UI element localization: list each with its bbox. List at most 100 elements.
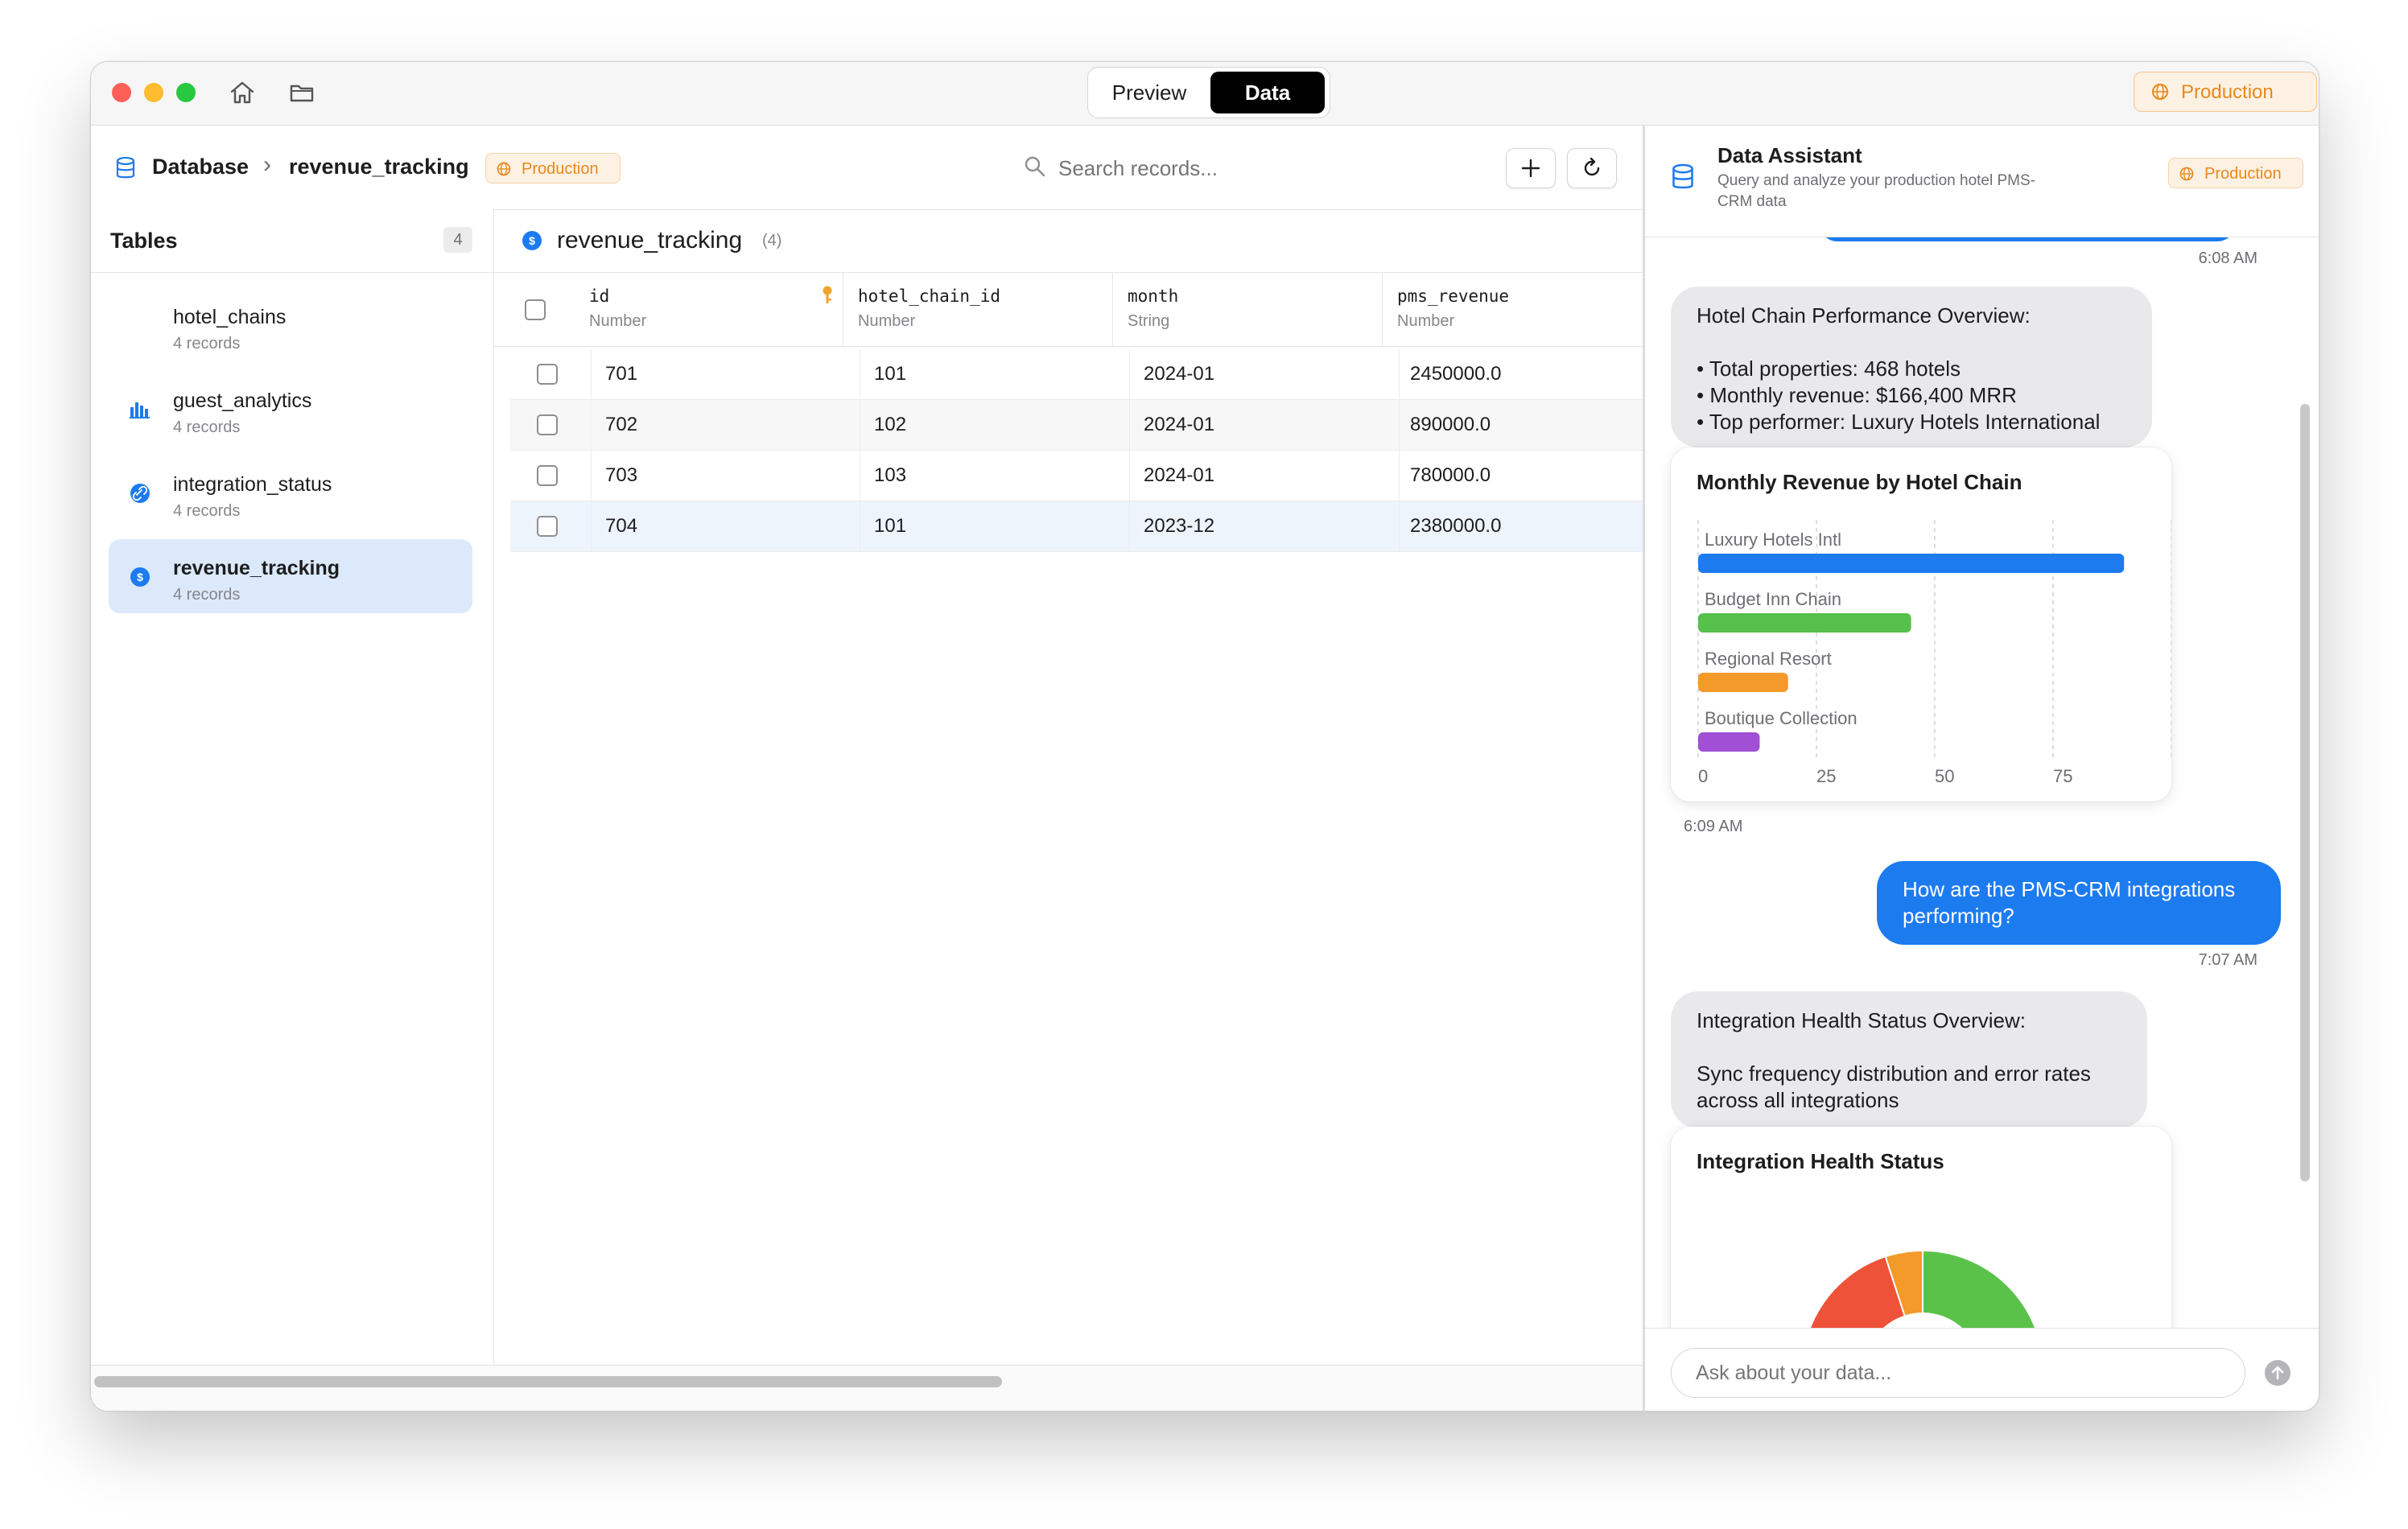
search-input[interactable] xyxy=(1057,146,1478,190)
chat-scrollbar-thumb[interactable] xyxy=(2300,404,2310,1181)
cell-id: 701 xyxy=(605,363,638,385)
close-window-button[interactable] xyxy=(112,83,131,102)
category-label: Luxury Hotels Intl xyxy=(1705,530,1841,550)
sidebar-item-guest-analytics[interactable]: guest_analytics 4 records xyxy=(109,372,472,446)
assistant-title: Data Assistant xyxy=(1717,143,1862,167)
cell-id: 704 xyxy=(605,515,638,537)
sidebar-item-label: hotel_chains xyxy=(173,306,287,328)
revenue-bar-chart: 0 25 50 75 Luxury Hotels Intl Budget Inn Chai… xyxy=(1697,520,2171,786)
category-label: Regional Resort xyxy=(1705,649,1832,669)
view-toggle: Preview Data xyxy=(1087,67,1330,118)
sidebar-item-revenue-tracking[interactable]: $ revenue_tracking 4 records xyxy=(109,539,472,613)
assistant-message-overview: Hotel Chain Performance Overview: • Tota… xyxy=(1671,286,2152,447)
arrow-up-icon xyxy=(2271,1366,2284,1380)
tab-data[interactable]: Data xyxy=(1210,72,1325,113)
sidebar-item-count: 4 records xyxy=(173,586,241,604)
table-row[interactable]: 704 101 2023-12 2380000.0 xyxy=(510,501,1643,552)
database-icon xyxy=(1672,163,1693,189)
sidebar-item-label: guest_analytics xyxy=(173,389,312,412)
title-bar: Preview Data Production xyxy=(91,62,2319,126)
table-row[interactable]: 702 102 2024-01 890000.0 xyxy=(510,400,1643,451)
tab-preview[interactable]: Preview xyxy=(1093,72,1206,113)
x-tick-label: 25 xyxy=(1816,766,1836,786)
table-row[interactable]: 701 101 2024-01 2450000.0 xyxy=(510,349,1643,400)
message-text: Hotel Chain Performance Overview: xyxy=(1697,303,2031,328)
tables-count-badge: 4 xyxy=(443,227,472,253)
send-button[interactable] xyxy=(2265,1360,2290,1386)
cell-hotel-chain-id: 101 xyxy=(874,515,907,537)
revenue-chart-card: Monthly Revenue by Hotel Chain 0 25 50 75 Lu… xyxy=(1671,447,2171,802)
zoom-window-button[interactable] xyxy=(176,83,196,102)
folder-icon[interactable] xyxy=(287,78,316,107)
cell-id: 703 xyxy=(605,464,638,486)
globe-icon xyxy=(2179,167,2194,181)
add-record-button[interactable] xyxy=(1506,148,1556,188)
message-timestamp: 6:09 AM xyxy=(1684,818,1743,835)
cell-pms-revenue: 780000.0 xyxy=(1410,464,1491,486)
sidebar-item-label: integration_status xyxy=(173,473,332,496)
assistant-subtitle-line2: CRM data xyxy=(1717,193,1787,210)
message-text: Sync frequency distribution and error ra… xyxy=(1697,1061,2091,1086)
database-icon xyxy=(116,156,135,179)
tables-title: Tables xyxy=(110,229,178,253)
minimize-window-button[interactable] xyxy=(144,83,163,102)
horizontal-scrollbar-thumb[interactable] xyxy=(94,1376,1002,1387)
home-icon[interactable] xyxy=(228,78,257,107)
message-text: Integration Health Status Overview: xyxy=(1697,1008,2026,1032)
column-header-pms-revenue[interactable]: pms_revenue Number xyxy=(1383,272,1643,346)
select-all-checkbox[interactable] xyxy=(525,299,546,320)
assistant-environment-badge: Production xyxy=(2168,158,2303,188)
bar xyxy=(1698,613,1911,633)
data-assistant-panel: Data Assistant Query and analyze your pr… xyxy=(1645,126,2319,1411)
row-checkbox[interactable] xyxy=(537,516,558,537)
message-timestamp: 7:07 AM xyxy=(2198,951,2258,969)
chart-title: Monthly Revenue by Hotel Chain xyxy=(1697,470,2022,494)
environment-badge[interactable]: Production xyxy=(2134,72,2317,112)
globe-icon xyxy=(2152,84,2168,100)
sidebar-item-label: revenue_tracking xyxy=(173,557,340,579)
cell-pms-revenue: 2380000.0 xyxy=(1410,515,1502,537)
row-checkbox[interactable] xyxy=(537,465,558,486)
column-header-month[interactable]: month String xyxy=(1113,272,1383,346)
message-text: • Total properties: 468 hotels xyxy=(1697,356,1961,381)
breadcrumb-environment-badge: Production xyxy=(485,153,621,183)
app-window: Preview Data Production Database › reven… xyxy=(90,61,2319,1412)
sidebar-item-count: 4 records xyxy=(173,335,241,352)
bar xyxy=(1698,732,1760,752)
assistant-subtitle-line1: Query and analyze your production hotel … xyxy=(1717,172,2035,189)
breadcrumb-root[interactable]: Database xyxy=(152,155,249,179)
breadcrumb-bar: Database › revenue_tracking Production xyxy=(91,126,1643,210)
search-icon xyxy=(1025,156,1045,177)
cell-hotel-chain-id: 102 xyxy=(874,414,907,435)
tables-header: Tables 4 xyxy=(91,209,493,273)
breadcrumb-current[interactable]: revenue_tracking xyxy=(289,155,469,179)
column-header-hotel-chain-id[interactable]: hotel_chain_id Number xyxy=(843,272,1113,346)
refresh-button[interactable] xyxy=(1567,148,1617,188)
assistant-header: Data Assistant Query and analyze your pr… xyxy=(1645,126,2319,237)
x-tick-label: 75 xyxy=(2053,766,2072,786)
user-message: How are the PMS-CRM integrations perform… xyxy=(1877,861,2281,945)
x-tick-label: 0 xyxy=(1698,766,1708,786)
tables-sidebar: Tables 4 hotel_chains 4 records guest_an… xyxy=(91,209,494,1411)
category-label: Boutique Collection xyxy=(1705,708,1858,728)
cell-hotel-chain-id: 103 xyxy=(874,464,907,486)
sidebar-item-count: 4 records xyxy=(173,418,241,436)
table-row[interactable]: 703 103 2024-01 780000.0 xyxy=(510,451,1643,501)
message-text: across all integrations xyxy=(1697,1088,1899,1112)
chat-input[interactable] xyxy=(1671,1348,2245,1398)
row-checkbox[interactable] xyxy=(537,414,558,435)
link-icon xyxy=(130,484,150,503)
column-header-id[interactable]: id Number xyxy=(575,272,843,346)
sidebar-item-hotel-chains[interactable]: hotel_chains 4 records xyxy=(109,288,472,362)
cell-month: 2024-01 xyxy=(1144,464,1215,486)
key-icon xyxy=(823,286,832,303)
row-checkbox[interactable] xyxy=(537,364,558,385)
sidebar-item-integration-status[interactable]: integration_status 4 records xyxy=(109,455,472,530)
donut-slice xyxy=(1922,1249,2037,1328)
cell-hotel-chain-id: 101 xyxy=(874,363,907,385)
bar-chart-icon xyxy=(130,402,150,418)
plus-icon xyxy=(1521,159,1540,178)
data-workspace: Database › revenue_tracking Production S… xyxy=(91,126,1643,1411)
chat-scroll-area[interactable]: 6:08 AM Hotel Chain Performance Overview… xyxy=(1645,237,2319,1328)
globe-icon xyxy=(497,162,511,176)
